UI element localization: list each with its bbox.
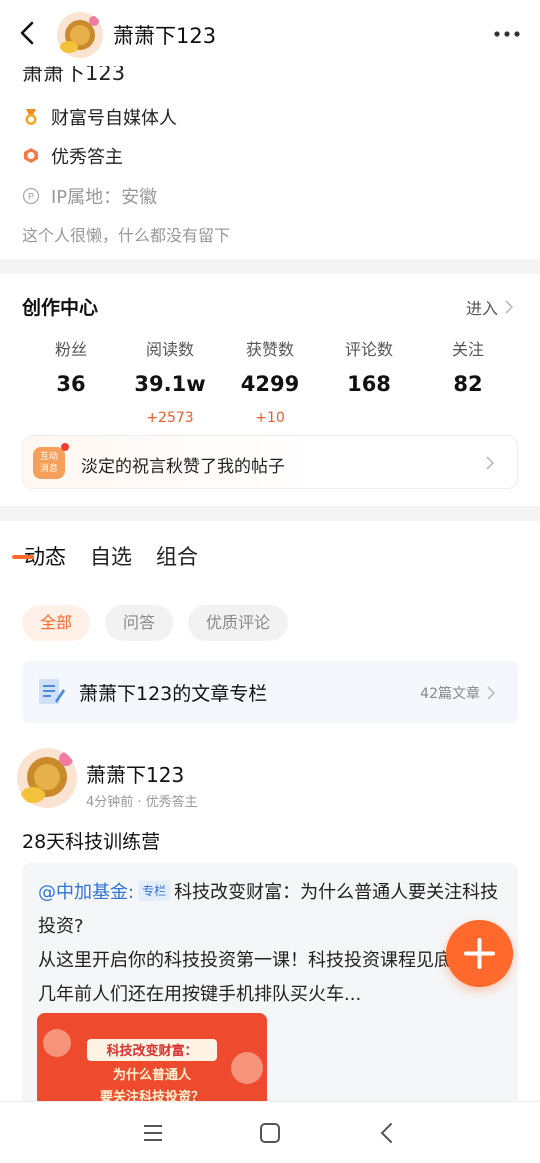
article-column[interactable]: 萧萧下123的文章专栏 42篇文章 <box>22 661 518 723</box>
active-tab-indicator <box>12 555 34 559</box>
stat-value: 36 <box>56 372 86 396</box>
cover-line-2: 为什么普通人 <box>113 1067 192 1083</box>
bio-text: 这个人很懒，什么都没有留下 <box>22 226 231 245</box>
feed-section: 动态 自选 组合 全部 问答 优质评论 萧萧下123的文章专栏 42篇文章 萧萧… <box>0 521 540 1101</box>
post-author-avatar[interactable] <box>16 747 78 809</box>
ip-label: IP属地：安徽 <box>51 187 158 208</box>
badge-media-label: 财富号自媒体人 <box>51 108 177 129</box>
unread-dot <box>61 443 69 451</box>
feed-tabs: 动态 自选 组合 <box>24 541 222 571</box>
chevron-right-icon <box>487 686 496 700</box>
stat-value: 4299 <box>240 372 300 396</box>
stat-value: 39.1w <box>134 372 206 396</box>
article-cover-image: 科技改变财富： 为什么普通人 要关注科技投资？ <box>37 1013 267 1101</box>
enter-label: 进入 <box>465 299 498 318</box>
stat-label: 评论数 <box>344 340 393 359</box>
enter-button[interactable]: 进入 <box>466 295 514 319</box>
filter-chips: 全部 问答 优质评论 <box>22 605 303 641</box>
stat-reads[interactable]: 阅读数 39.1w +2573 <box>120 336 220 426</box>
stat-fans[interactable]: 粉丝 36 <box>21 336 121 396</box>
post-meta: 4分钟前 · 优秀答主 <box>86 795 198 810</box>
profile-name: 萧萧下123 <box>22 66 126 85</box>
badge-answerer[interactable]: 优秀答主 <box>22 143 123 169</box>
filter-quality-comments[interactable]: 优质评论 <box>188 605 289 641</box>
column-count: 42篇文章 <box>420 683 496 703</box>
avatar[interactable] <box>56 11 104 59</box>
column-title: 萧萧下123的文章专栏 <box>79 683 268 705</box>
message-icon: 互动 消息 <box>33 447 65 479</box>
stat-value: 82 <box>453 372 483 396</box>
message-icon-text-top: 互动 <box>39 452 58 462</box>
notice-text: 淡定的祝言秋赞了我的帖子 <box>81 457 285 477</box>
column-tag: 专栏 <box>138 881 171 901</box>
quote-body: 从这里开启你的科技投资第一课！科技投资课程见底部十几年前人们还在用按键手机排队买… <box>38 950 488 1005</box>
profile-card: 萧萧下123 财富号自媒体人 优秀答主 P IP属地：安徽 这个人很懒，什么都没… <box>0 66 540 259</box>
post-author-name[interactable]: 萧萧下123 <box>86 759 184 788</box>
cover-line-3: 要关注科技投资？ <box>100 1089 204 1101</box>
article-icon <box>39 679 65 704</box>
more-dots-icon[interactable] <box>492 22 522 46</box>
post-title[interactable]: 28天科技训练营 <box>22 827 160 854</box>
quoted-article[interactable]: @中加基金: 专栏 科技改变财富：为什么普通人要关注科技投资? 从这里开启你的科技投… <box>22 863 518 1101</box>
stat-label: 阅读数 <box>145 340 194 359</box>
stat-delta: +10 <box>255 410 285 426</box>
ip-icon: P <box>22 187 40 205</box>
mention-link[interactable]: @中加基金: <box>38 882 134 903</box>
stat-value: 168 <box>347 372 391 396</box>
back-arrow-icon[interactable] <box>14 19 42 47</box>
stat-comments[interactable]: 评论数 168 <box>319 336 419 396</box>
stat-label: 关注 <box>451 340 484 359</box>
header-user-name: 萧萧下123 <box>113 24 217 48</box>
back-triangle-icon[interactable] <box>375 1121 399 1145</box>
plus-icon[interactable] <box>446 920 513 987</box>
tab-watchlist[interactable]: 自选 <box>90 541 132 571</box>
stat-label: 获赞数 <box>245 340 294 359</box>
stat-delta: +2573 <box>146 410 194 426</box>
svg-text:P: P <box>28 192 34 202</box>
filter-qa[interactable]: 问答 <box>105 605 174 641</box>
interaction-notice[interactable]: 互动 消息 淡定的祝言秋赞了我的帖子 <box>22 435 518 489</box>
stat-likes[interactable]: 获赞数 4299 +10 <box>220 336 320 426</box>
home-square-icon[interactable] <box>258 1121 282 1145</box>
badge-answerer-label: 优秀答主 <box>51 147 123 168</box>
cover-line-1: 科技改变财富： <box>106 1043 197 1059</box>
stat-following[interactable]: 关注 82 <box>418 336 518 396</box>
ip-location: P IP属地：安徽 <box>22 183 157 209</box>
stat-label: 粉丝 <box>54 340 87 359</box>
column-count-label: 42篇文章 <box>420 686 480 702</box>
menu-icon[interactable] <box>141 1121 165 1145</box>
message-icon-text-bottom: 消息 <box>39 464 58 474</box>
badge-media[interactable]: 财富号自媒体人 <box>22 104 177 130</box>
filter-all[interactable]: 全部 <box>22 605 91 641</box>
creator-center-title: 创作中心 <box>22 297 99 319</box>
system-navbar <box>0 1101 540 1163</box>
tab-portfolio[interactable]: 组合 <box>156 541 198 571</box>
chevron-right-icon <box>505 300 514 314</box>
creator-center: 创作中心 进入 粉丝 36 阅读数 39.1w +2573 获赞数 4299 +… <box>0 274 540 506</box>
top-bar: 萧萧下123 <box>0 0 540 66</box>
chevron-right-icon <box>486 456 495 470</box>
medal-icon <box>25 109 37 125</box>
award-icon <box>24 148 38 163</box>
